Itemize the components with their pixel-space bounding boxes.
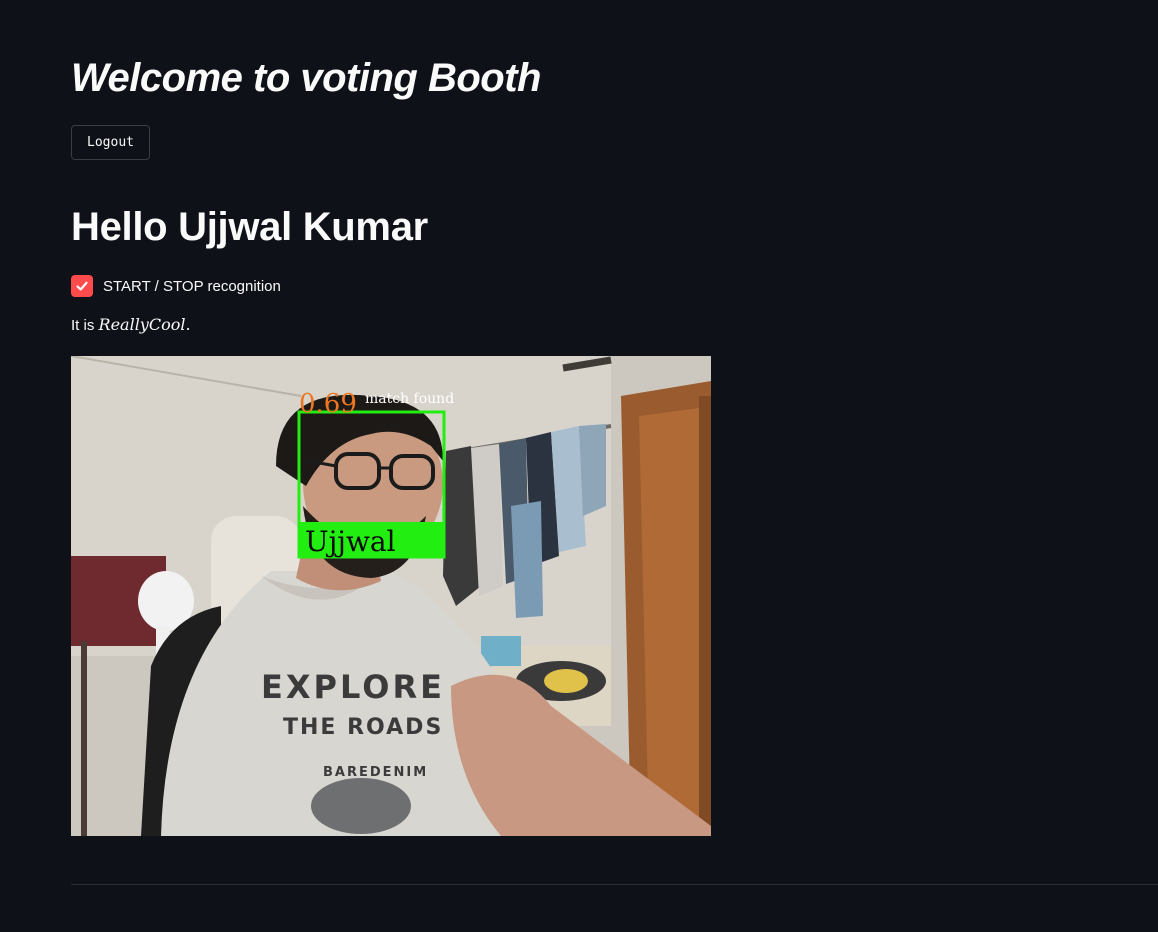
- status-note: It is ReallyCool.: [71, 315, 191, 334]
- user-greeting: Hello Ujjwal Kumar: [71, 205, 428, 249]
- confidence-score: 0.69: [299, 389, 357, 419]
- logout-button[interactable]: Logout: [71, 125, 150, 160]
- shirt-print-line1: EXPLORE: [261, 668, 445, 706]
- webcam-feed: EXPLORE THE ROADS BAREDENIM Ujjwal 0.69 …: [71, 356, 711, 836]
- status-note-prefix: It is: [71, 317, 99, 334]
- webcam-frame: EXPLORE THE ROADS BAREDENIM Ujjwal 0.69 …: [71, 356, 711, 836]
- status-note-math: ReallyCool.: [98, 315, 191, 334]
- recognition-toggle-label: START / STOP recognition: [103, 277, 281, 295]
- recognition-toggle[interactable]: START / STOP recognition: [71, 275, 281, 297]
- checkbox-checked[interactable]: [71, 275, 93, 297]
- recognized-name: Ujjwal: [305, 525, 396, 558]
- footer-divider: [71, 884, 1158, 885]
- shirt-print-line3: BAREDENIM: [323, 765, 428, 780]
- shirt-print-line2: THE ROADS: [283, 715, 443, 740]
- main-content: Welcome to voting Booth Logout Hello Ujj…: [71, 0, 1158, 932]
- checkmark-icon: [76, 281, 88, 291]
- page-title: Welcome to voting Booth: [71, 56, 541, 100]
- match-status: match found: [365, 391, 454, 407]
